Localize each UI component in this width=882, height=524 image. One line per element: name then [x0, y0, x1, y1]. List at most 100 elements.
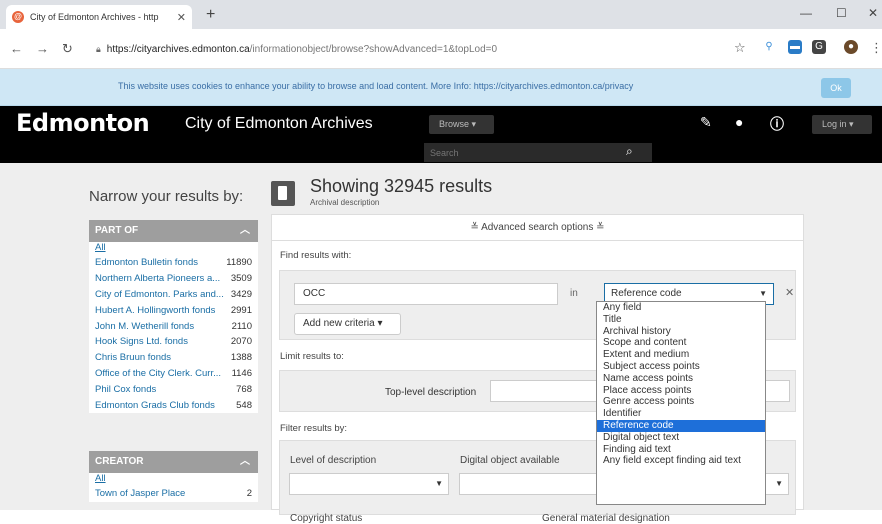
limit-results-label: Limit results to: [280, 351, 344, 362]
level-of-description-label: Level of description [290, 455, 377, 466]
info-icon[interactable]: ⓘ [770, 114, 784, 134]
add-criteria-button[interactable]: Add new criteria ▾ [294, 313, 401, 335]
facet-item-label[interactable]: Town of Jasper Place [95, 488, 243, 499]
lock-icon: 🔒︎ [96, 43, 101, 54]
facet-item[interactable]: Phil Cox fonds 768 [89, 381, 258, 397]
back-icon[interactable]: ← [10, 41, 23, 56]
field-select-value: Reference code [611, 288, 682, 299]
field-option[interactable]: Digital object text [597, 432, 765, 444]
field-option[interactable]: Name access points [597, 373, 765, 385]
facet-item[interactable]: Town of Jasper Place 2 [89, 486, 258, 502]
facet-item-label[interactable]: Chris Bruun fonds [95, 352, 227, 363]
criteria-input[interactable]: OCC [294, 283, 558, 305]
facet-items: Town of Jasper Place 2 [89, 486, 258, 502]
caret-up-icon[interactable]: ︿ [240, 220, 250, 242]
facet-item-count: 768 [236, 383, 252, 395]
field-option[interactable]: Title [597, 314, 765, 326]
browser-menu-icon[interactable]: ⋮ [870, 40, 882, 56]
clipboard-icon[interactable]: ✎ [700, 114, 712, 131]
login-button[interactable]: Log in ▾ [812, 115, 872, 134]
advanced-search-toggle[interactable]: ≚ Advanced search options ≚ [272, 215, 803, 241]
narrow-results-title: Narrow your results by: [89, 188, 244, 205]
facet-item[interactable]: Edmonton Grads Club fonds 548 [89, 397, 258, 413]
new-tab-icon[interactable]: + [206, 6, 215, 24]
bookmark-star-icon[interactable]: ☆ [734, 40, 746, 56]
forward-icon[interactable]: → [36, 41, 49, 56]
extension-shield-icon[interactable]: ⚲ [762, 40, 776, 54]
tab-title: City of Edmonton Archives - http [30, 12, 159, 22]
facet-header-creator[interactable]: CREATOR ︿ [89, 451, 258, 473]
gmd-label: General material designation [542, 513, 670, 524]
dropdown-arrow-icon: ▼ [435, 479, 443, 488]
facet-item-label[interactable]: Northern Alberta Pioneers a... [95, 273, 227, 284]
facet-item-label[interactable]: Hubert A. Hollingworth fonds [95, 305, 227, 316]
close-window-icon[interactable]: ✕ [868, 6, 878, 20]
extension-gray-icon[interactable]: G [812, 40, 826, 54]
facet-item-label[interactable]: Edmonton Grads Club fonds [95, 400, 232, 411]
filter-results-label: Filter results by: [280, 423, 348, 434]
facet-item-label[interactable]: John M. Wetherill fonds [95, 321, 228, 332]
facet-header-label: CREATOR [95, 456, 144, 467]
facet-item[interactable]: Hubert A. Hollingworth fonds 2991 [89, 302, 258, 318]
field-option[interactable]: Genre access points [597, 396, 765, 408]
reload-icon[interactable]: ↻ [62, 41, 73, 57]
search-input[interactable] [424, 143, 652, 162]
field-option[interactable]: Reference code [597, 419, 765, 432]
facet-item-label[interactable]: Phil Cox fonds [95, 384, 232, 395]
facet-all-link[interactable]: All [89, 473, 258, 486]
facet-item-count: 1146 [231, 367, 252, 379]
facet-all-link[interactable]: All [89, 242, 258, 255]
facet-item[interactable]: Chris Bruun fonds 1388 [89, 350, 258, 366]
minimize-icon[interactable]: — [800, 6, 812, 20]
extension-blue-icon[interactable]: ▬ [788, 40, 802, 54]
facet-item[interactable]: Hook Signs Ltd. fonds 2070 [89, 334, 258, 350]
facet-item[interactable]: Office of the City Clerk. Curr... 1146 [89, 366, 258, 382]
facet-item[interactable]: Edmonton Bulletin fonds 11890 [89, 255, 258, 271]
site-name[interactable]: City of Edmonton Archives [185, 115, 373, 133]
profile-avatar-icon[interactable]: ● [844, 40, 858, 54]
field-option[interactable]: Finding aid text [597, 444, 765, 456]
facet-item-label[interactable]: Office of the City Clerk. Curr... [95, 368, 228, 379]
cookie-ok-button[interactable]: Ok [821, 78, 851, 98]
field-option[interactable]: Any field [597, 302, 765, 314]
remove-criteria-icon[interactable]: ✕ [785, 286, 794, 299]
facet-item-label[interactable]: Edmonton Bulletin fonds [95, 257, 222, 268]
facet-item-count: 2991 [230, 304, 252, 316]
field-option[interactable]: Subject access points [597, 361, 765, 373]
field-option[interactable]: Identifier [597, 408, 765, 420]
facet-item[interactable]: City of Edmonton. Parks and... 3429 [89, 287, 258, 303]
browse-menu-button[interactable]: Browse ▾ [429, 115, 494, 134]
facet-item-label[interactable]: Hook Signs Ltd. fonds [95, 336, 227, 347]
field-option[interactable]: Archival history [597, 326, 765, 338]
search-icon[interactable]: ⌕ [626, 144, 633, 159]
facet-header-part-of[interactable]: PART OF ︿ [89, 220, 258, 242]
field-option[interactable]: Extent and medium [597, 349, 765, 361]
copyright-status-label: Copyright status [290, 513, 363, 524]
globe-icon[interactable]: ● [735, 114, 743, 130]
facet-item-count: 3509 [230, 273, 252, 285]
top-level-label: Top-level description [385, 387, 477, 398]
facet-item[interactable]: Northern Alberta Pioneers a... 3509 [89, 271, 258, 287]
url-host: https://cityarchives.edmonton.ca [106, 43, 250, 55]
facet-item-label[interactable]: City of Edmonton. Parks and... [95, 289, 227, 300]
url-field[interactable]: 🔒︎ https://cityarchives.edmonton.ca/info… [96, 37, 736, 61]
site-header: Edmonton City of Edmonton Archives Brows… [0, 106, 882, 142]
facet-item[interactable]: John M. Wetherill fonds 2110 [89, 318, 258, 334]
level-of-description-select[interactable]: ▼ [289, 473, 449, 495]
field-option[interactable]: Place access points [597, 385, 765, 397]
archival-description-icon [271, 181, 295, 206]
facet-item-count: 2110 [231, 320, 252, 332]
maximize-icon[interactable]: ☐ [836, 6, 847, 20]
field-option[interactable]: Scope and content [597, 337, 765, 349]
tab-close-icon[interactable]: ✕ [177, 11, 186, 24]
browser-tab[interactable]: @ City of Edmonton Archives - http ✕ [6, 5, 192, 29]
browser-tab-bar: @ City of Edmonton Archives - http ✕ + —… [0, 0, 882, 29]
facet-part-of: PART OF ︿ All Edmonton Bulletin fonds 118… [89, 220, 258, 413]
edmonton-logo[interactable]: Edmonton [16, 109, 150, 137]
field-dropdown-list: Any field Title Archival history Scope and … [596, 301, 766, 505]
dropdown-arrow-icon: ▼ [775, 479, 783, 488]
caret-up-icon[interactable]: ︿ [240, 451, 250, 473]
facet-item-count: 11890 [226, 257, 252, 269]
facet-item-count: 1388 [230, 352, 252, 364]
field-option[interactable]: Any field except finding aid text [597, 455, 765, 467]
